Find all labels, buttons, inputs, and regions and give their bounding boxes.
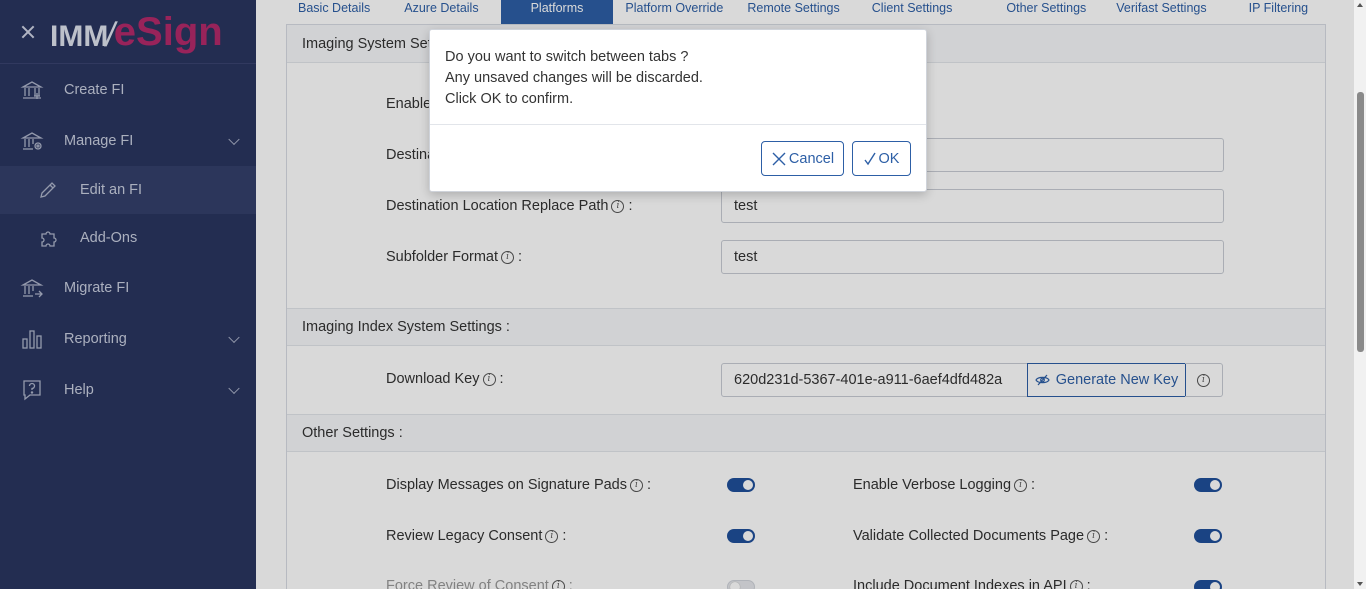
- close-icon: [771, 151, 787, 167]
- dialog-message-line: Do you want to switch between tabs ?: [445, 49, 689, 65]
- confirm-dialog: Do you want to switch between tabs ? Any…: [429, 29, 927, 192]
- cancel-button[interactable]: Cancel: [761, 141, 844, 176]
- ok-button[interactable]: OK: [852, 141, 911, 176]
- dialog-message-line: Any unsaved changes will be discarded.: [445, 70, 703, 86]
- dialog-message-line: Click OK to confirm.: [445, 91, 574, 107]
- scrollbar-thumb[interactable]: [1357, 92, 1364, 352]
- dialog-body: Do you want to switch between tabs ? Any…: [430, 30, 926, 125]
- button-label: OK: [878, 150, 900, 167]
- checkmark-icon: [863, 152, 876, 166]
- page-scrollbar[interactable]: [1354, 0, 1366, 589]
- scroll-down-arrow-icon[interactable]: [1357, 582, 1363, 586]
- scroll-up-arrow-icon[interactable]: [1357, 3, 1363, 7]
- button-label: Cancel: [788, 150, 835, 167]
- dialog-footer: Cancel OK: [430, 125, 926, 192]
